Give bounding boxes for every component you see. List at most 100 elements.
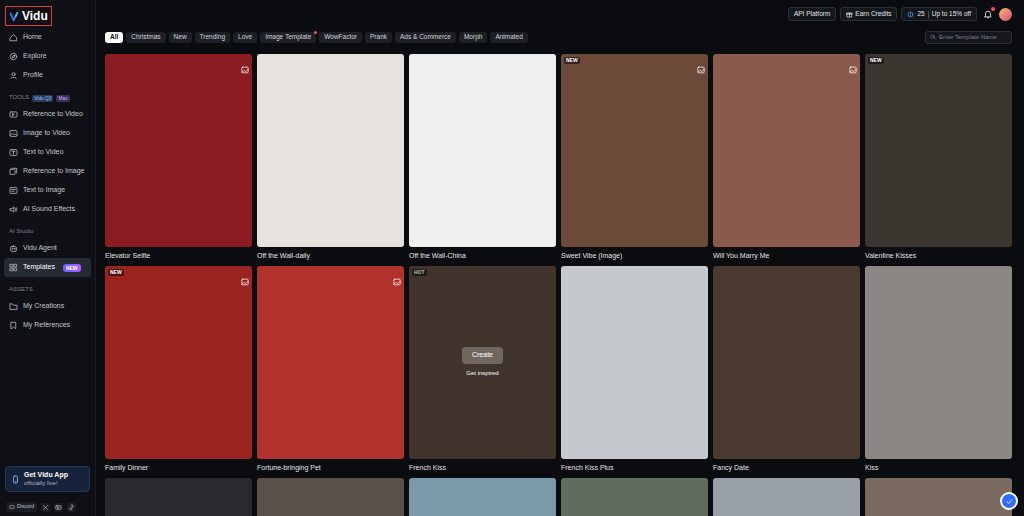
sidebar-item[interactable]: Home: [4, 28, 91, 47]
filter-chip[interactable]: New: [169, 32, 192, 43]
template-preview[interactable]: [713, 478, 860, 516]
sidebar-section-label: TOOLSVidu Q3Max: [0, 85, 95, 105]
api-platform-button[interactable]: API Platform: [788, 7, 836, 21]
filter-chip[interactable]: Ads & Commerce: [395, 32, 456, 43]
template-preview[interactable]: [257, 54, 404, 247]
sidebar-item-label: Templates: [23, 262, 55, 273]
credit-count: 25: [917, 9, 924, 19]
filter-chip[interactable]: Morph: [459, 32, 487, 43]
template-card[interactable]: [105, 478, 252, 516]
model-badge: Max: [56, 95, 69, 102]
template-card[interactable]: [409, 478, 556, 516]
sidebar-item[interactable]: Vidu Agent: [4, 239, 91, 258]
get-inspired-link[interactable]: Get inspired: [466, 369, 498, 378]
template-card[interactable]: Elevator Selfie: [105, 54, 252, 264]
template-card[interactable]: [257, 478, 404, 516]
sidebar-item[interactable]: Image to Video: [4, 124, 91, 143]
template-card[interactable]: Fancy Date: [713, 266, 860, 476]
section-title: AI Studio: [9, 227, 33, 236]
template-preview[interactable]: [561, 266, 708, 459]
filter-chip[interactable]: Prank: [365, 32, 392, 43]
template-preview[interactable]: [561, 478, 708, 516]
template-card[interactable]: NEWFamily Dinner: [105, 266, 252, 476]
check-icon: [1005, 497, 1014, 506]
template-name: French Kiss: [409, 459, 556, 476]
sidebar-item[interactable]: Profile: [4, 66, 91, 85]
filter-chip[interactable]: WowFactor: [319, 32, 362, 43]
create-button[interactable]: Create: [462, 347, 503, 364]
bookmark-icon: [9, 321, 18, 330]
template-card[interactable]: [561, 478, 708, 516]
notifications-button[interactable]: [981, 7, 995, 21]
sidebar-item[interactable]: TemplatesNEW: [4, 258, 91, 277]
search-input[interactable]: [939, 33, 1007, 42]
template-search[interactable]: [925, 31, 1012, 44]
gift-icon: [846, 11, 853, 18]
sidebar-item[interactable]: Explore: [4, 47, 91, 66]
sidebar-item[interactable]: My Creations: [4, 297, 91, 316]
template-preview[interactable]: [865, 478, 1012, 516]
template-preview[interactable]: NEW: [105, 266, 252, 459]
filter-chip[interactable]: Trending: [195, 32, 230, 43]
template-card[interactable]: NEWValentine Kisses: [865, 54, 1012, 264]
template-card[interactable]: [713, 478, 860, 516]
filter-label: Christmas: [131, 32, 160, 42]
template-card[interactable]: Kiss: [865, 266, 1012, 476]
credits-button[interactable]: 25Up to 15% off: [901, 7, 977, 21]
template-preview[interactable]: [105, 54, 252, 247]
template-card[interactable]: NEWSweet Vibe (Image): [561, 54, 708, 264]
discord-link[interactable]: Discord: [6, 502, 37, 512]
template-card[interactable]: Fortune-bringing Pet: [257, 266, 404, 476]
template-card[interactable]: HOTCreateGet inspiredFrench Kiss: [409, 266, 556, 476]
divider: [928, 11, 929, 18]
template-card[interactable]: [865, 478, 1012, 516]
sidebar-item[interactable]: AI Sound Effects: [4, 200, 91, 219]
template-preview[interactable]: [105, 478, 252, 516]
sidebar-item-label: My Creations: [23, 301, 64, 312]
template-preview[interactable]: NEW: [865, 54, 1012, 247]
template-preview[interactable]: [409, 478, 556, 516]
hover-overlay: Create Get inspired: [409, 266, 556, 459]
template-card[interactable]: French Kiss Plus: [561, 266, 708, 476]
filter-chip[interactable]: Christmas: [126, 32, 165, 43]
template-preview[interactable]: [865, 266, 1012, 459]
logo-row: Vidu: [0, 0, 95, 26]
discord-icon: [9, 504, 15, 510]
help-button[interactable]: [1000, 492, 1018, 510]
header-link-label: Earn Credits: [855, 9, 891, 19]
template-card[interactable]: Off the Wall-daily: [257, 54, 404, 264]
filter-chip[interactable]: Love: [233, 32, 257, 43]
template-card[interactable]: Will You Marry Me: [713, 54, 860, 264]
avatar[interactable]: [999, 8, 1012, 21]
sidebar-item[interactable]: Reference to Image: [4, 162, 91, 181]
template-preview[interactable]: [257, 478, 404, 516]
sidebar-item[interactable]: My References: [4, 316, 91, 335]
kind-marker: [1001, 57, 1009, 65]
kind-marker: [697, 269, 705, 277]
sidebar-item-label: Text to Image: [23, 185, 65, 196]
filter-label: Trending: [200, 32, 225, 42]
template-preview[interactable]: [257, 266, 404, 459]
template-preview[interactable]: NEW: [561, 54, 708, 247]
template-preview[interactable]: [409, 54, 556, 247]
x-logo-icon: [41, 503, 50, 512]
model-badge: Vidu Q3: [32, 95, 53, 102]
sidebar-item-label: Vidu Agent: [23, 243, 57, 254]
image-video-icon: [9, 129, 18, 138]
get-app-card[interactable]: Get Vidu Appofficially live!: [5, 466, 90, 492]
sidebar-item[interactable]: Text to Image: [4, 181, 91, 200]
logo[interactable]: Vidu: [5, 6, 52, 26]
filter-label: Image Template: [265, 32, 311, 42]
filter-chip[interactable]: Image Template: [260, 32, 316, 43]
earn-credits-button[interactable]: Earn Credits: [840, 7, 897, 21]
template-card[interactable]: Off the Wall-China: [409, 54, 556, 264]
template-preview[interactable]: [713, 54, 860, 247]
sidebar-item[interactable]: Reference to Video: [4, 105, 91, 124]
filter-chip[interactable]: All: [105, 32, 123, 43]
sidebar-item[interactable]: Text to Video: [4, 143, 91, 162]
filter-chip[interactable]: Animated: [490, 32, 527, 43]
template-preview[interactable]: [713, 266, 860, 459]
template-preview[interactable]: HOTCreateGet inspired: [409, 266, 556, 459]
compass-icon: [9, 52, 18, 61]
phone-icon: [11, 475, 20, 484]
